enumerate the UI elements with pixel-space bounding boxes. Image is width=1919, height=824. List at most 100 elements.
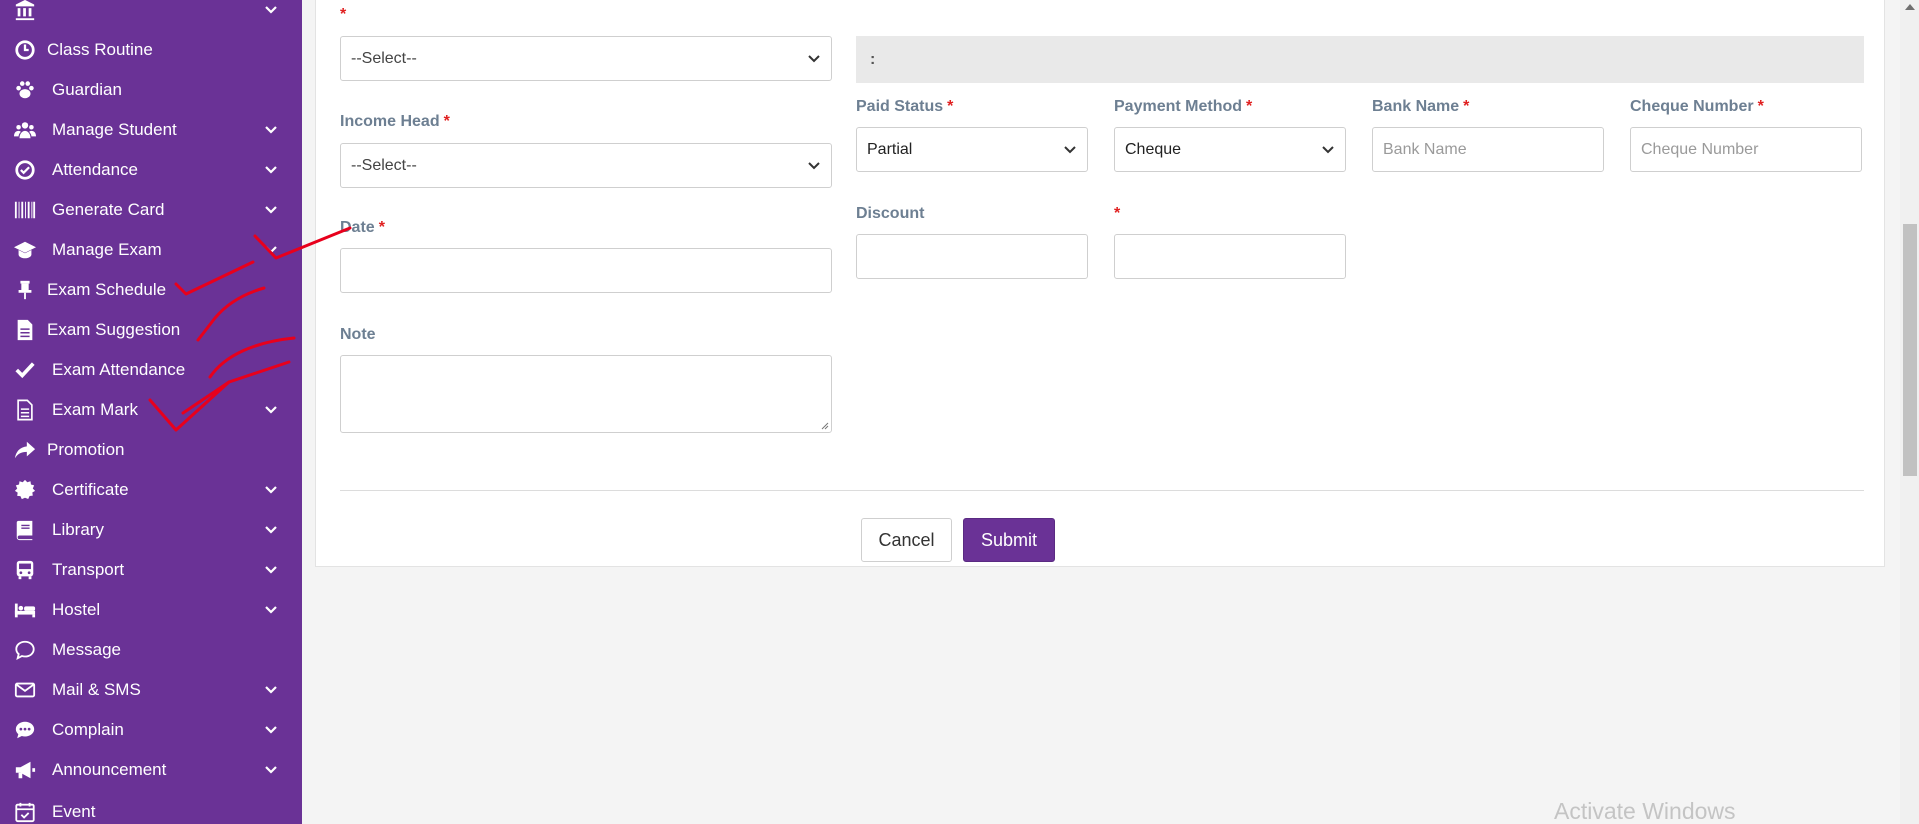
share-icon [12, 438, 38, 462]
sidebar-item-label: Promotion [47, 440, 125, 459]
chevron-down-icon [264, 725, 278, 735]
graduation-cap-icon [12, 238, 38, 262]
file-text-icon [12, 318, 38, 342]
sidebar-item-label: Library [52, 520, 104, 539]
date-field[interactable] [340, 248, 832, 293]
info-bar: : [856, 36, 1864, 83]
note-textarea[interactable] [340, 355, 832, 433]
paid-status-value: Partial [867, 140, 913, 158]
sidebar-item-label: Certificate [52, 480, 129, 499]
cheque-number-label: Cheque Number * [1630, 98, 1764, 115]
comments-icon [12, 638, 38, 662]
cancel-button[interactable]: Cancel [861, 518, 952, 562]
sidebar-item-event[interactable]: Event [0, 792, 302, 824]
paw-icon [12, 78, 38, 102]
chevron-down-icon [807, 161, 821, 171]
sidebar-item-mail-sms[interactable]: Mail & SMS [0, 670, 302, 710]
sidebar-item-exam-attendance[interactable]: Exam Attendance [0, 350, 302, 390]
bus-icon [12, 558, 38, 582]
bed-icon [12, 598, 38, 622]
payment-method-select[interactable]: Cheque [1114, 127, 1346, 172]
sidebar-item-hostel[interactable]: Hostel [0, 590, 302, 630]
sidebar-item-complain[interactable]: Complain [0, 710, 302, 750]
sidebar-item-label: Message [52, 640, 121, 659]
sidebar-item-certificate[interactable]: Certificate [0, 470, 302, 510]
payment-method-label: Payment Method * [1114, 98, 1253, 115]
page-scrollbar[interactable] [1900, 0, 1919, 824]
clock-icon [12, 38, 38, 62]
income-head-label: Income Head * [340, 113, 450, 130]
sidebar-item-guardian[interactable]: Guardian [0, 70, 302, 110]
chevron-down-icon [807, 54, 821, 64]
certificate-icon [12, 478, 38, 502]
bank-name-field[interactable]: Bank Name [1372, 127, 1604, 172]
scroll-up-arrow-icon[interactable] [1905, 4, 1915, 10]
resize-handle-icon[interactable] [819, 420, 829, 430]
sidebar-item-label: Event [52, 802, 96, 821]
sidebar: Class Routine Guardian Manage Student At… [0, 0, 302, 824]
paid-status-label: Paid Status * [856, 98, 954, 115]
chevron-down-icon [1321, 145, 1335, 155]
paid-status-select[interactable]: Partial [856, 127, 1088, 172]
sidebar-item-message[interactable]: Message [0, 630, 302, 670]
note-label: Note [340, 326, 376, 343]
sidebar-item-attendance[interactable]: Attendance [0, 150, 302, 190]
sidebar-item-label: Hostel [52, 600, 101, 619]
chevron-down-icon [264, 485, 278, 495]
amount-field[interactable] [1114, 234, 1346, 279]
chevron-down-icon [264, 685, 278, 695]
sidebar-item-label: Manage Student [52, 120, 177, 139]
sidebar-item-announcement[interactable]: Announcement [0, 750, 302, 790]
chevron-down-icon [264, 405, 278, 415]
sidebar-item-label: Guardian [52, 80, 122, 99]
submit-button[interactable]: Submit [963, 518, 1055, 562]
sidebar-item-class-routine[interactable]: Class Routine [0, 30, 302, 70]
chevron-down-icon [264, 165, 278, 175]
chevron-down-icon [264, 605, 278, 615]
date-label: Date * [340, 219, 385, 236]
bank-name-label: Bank Name * [1372, 98, 1470, 115]
discount-label: Discount [856, 205, 925, 222]
sidebar-item-label: Exam Attendance [52, 360, 186, 379]
envelope-icon [12, 678, 38, 702]
chevron-down-icon [1063, 145, 1077, 155]
cheque-number-field[interactable]: Cheque Number [1630, 127, 1862, 172]
sidebar-item-exam-suggestion[interactable]: Exam Suggestion [0, 310, 302, 350]
sidebar-item-label: Class Routine [47, 40, 153, 59]
activate-windows-watermark: Activate Windows [1554, 798, 1736, 824]
scroll-thumb[interactable] [1903, 224, 1917, 476]
sidebar-item-label: Transport [52, 560, 125, 579]
check-circle-icon [12, 158, 38, 182]
file-alt-icon [12, 398, 38, 422]
income-head-select[interactable]: --Select-- [340, 143, 832, 188]
users-icon [12, 118, 38, 142]
university-icon [12, 0, 38, 22]
amount-required-marker: * [1114, 205, 1121, 222]
sidebar-item-promotion[interactable]: Promotion [0, 430, 302, 470]
discount-field[interactable] [856, 234, 1088, 279]
sidebar-item-manage-student[interactable]: Manage Student [0, 110, 302, 150]
chevron-down-icon [264, 125, 278, 135]
sidebar-item-library[interactable]: Library [0, 510, 302, 550]
chevron-down-icon [264, 205, 278, 215]
cheque-number-placeholder: Cheque Number [1641, 140, 1759, 158]
barcode-icon [12, 198, 38, 222]
sidebar-item-label: Exam Schedule [47, 280, 167, 299]
top-select[interactable]: --Select-- [340, 36, 832, 81]
thumbtack-icon [12, 278, 38, 302]
sidebar-item-transport[interactable]: Transport [0, 550, 302, 590]
income-head-value: --Select-- [351, 156, 417, 174]
chevron-down-icon [264, 765, 278, 775]
sidebar-item-academic[interactable] [0, 0, 302, 30]
sidebar-item-manage-exam[interactable]: Manage Exam [0, 230, 302, 270]
top-select-value: --Select-- [351, 49, 417, 67]
sidebar-item-label: Complain [52, 720, 124, 739]
sidebar-item-generate-card[interactable]: Generate Card [0, 190, 302, 230]
form-divider [340, 490, 1864, 491]
chevron-down-icon [264, 245, 278, 255]
chevron-down-icon [264, 525, 278, 535]
chevron-down-icon [264, 565, 278, 575]
required-marker: * [340, 6, 347, 23]
sidebar-item-exam-mark[interactable]: Exam Mark [0, 390, 302, 430]
sidebar-item-exam-schedule[interactable]: Exam Schedule [0, 270, 302, 310]
